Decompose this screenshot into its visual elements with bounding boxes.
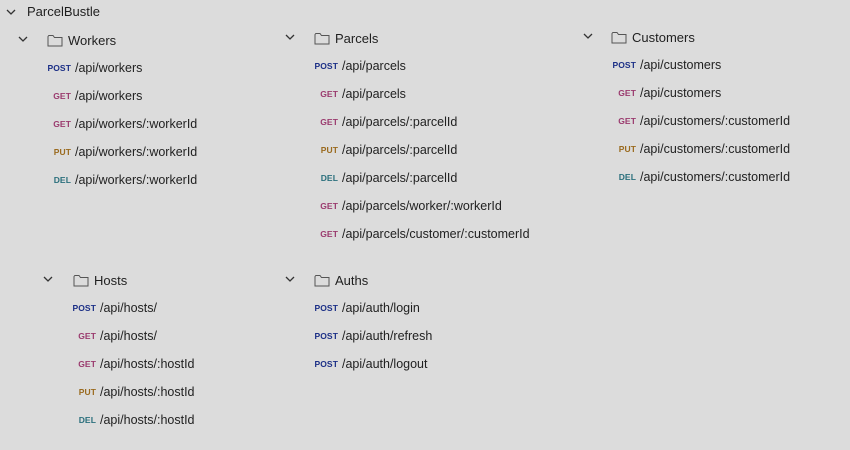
request-path: /api/hosts/ xyxy=(100,329,157,343)
request-item[interactable]: POST /api/parcels xyxy=(313,57,406,75)
method-badge-put: PUT xyxy=(78,387,96,397)
method-badge-post: POST xyxy=(314,303,338,313)
request-path: /api/customers/:customerId xyxy=(640,170,791,184)
request-path: /api/customers/:customerId xyxy=(640,142,791,156)
request-item[interactable]: GET /api/hosts/ xyxy=(71,327,157,345)
method-badge-del: DEL xyxy=(618,172,636,182)
request-path: /api/workers/:workerId xyxy=(75,173,198,187)
request-item[interactable]: GET /api/workers xyxy=(46,87,142,105)
method-badge-get: GET xyxy=(53,119,71,129)
request-item[interactable]: POST /api/customers xyxy=(611,56,721,74)
folder-icon xyxy=(73,273,89,287)
method-badge-get: GET xyxy=(78,331,96,341)
request-item[interactable]: GET /api/parcels/customer/:customerId xyxy=(313,225,530,243)
request-path: /api/auth/refresh xyxy=(342,329,433,343)
folder-auths[interactable]: Auths xyxy=(314,271,368,289)
request-path: /api/parcels/:parcelId xyxy=(342,115,458,129)
request-item[interactable]: DEL /api/workers/:workerId xyxy=(46,171,198,189)
folder-icon xyxy=(314,31,330,45)
request-item[interactable]: PUT /api/hosts/:hostId xyxy=(71,383,195,401)
auths-folder-chevron-down-icon[interactable] xyxy=(283,272,297,286)
request-path: /api/parcels/customer/:customerId xyxy=(342,227,530,241)
request-path: /api/workers/:workerId xyxy=(75,117,198,131)
request-item[interactable]: PUT /api/customers/:customerId xyxy=(611,140,790,158)
method-badge-del: DEL xyxy=(53,175,71,185)
method-badge-get: GET xyxy=(78,359,96,369)
method-badge-del: DEL xyxy=(78,415,96,425)
request-item[interactable]: POST /api/hosts/ xyxy=(71,299,157,317)
method-badge-post: POST xyxy=(47,63,71,73)
request-path: /api/hosts/:hostId xyxy=(100,357,195,371)
folder-name-hosts: Hosts xyxy=(94,272,128,288)
request-item[interactable]: DEL /api/customers/:customerId xyxy=(611,168,790,186)
customers-folder-chevron-down-icon[interactable] xyxy=(581,29,595,43)
request-item[interactable]: PUT /api/workers/:workerId xyxy=(46,143,198,161)
request-path: /api/parcels/worker/:workerId xyxy=(342,199,502,213)
request-item[interactable]: GET /api/hosts/:hostId xyxy=(71,355,195,373)
request-item[interactable]: GET /api/parcels xyxy=(313,85,406,103)
request-path: /api/hosts/:hostId xyxy=(100,385,195,399)
method-badge-post: POST xyxy=(314,331,338,341)
request-item[interactable]: DEL /api/hosts/:hostId xyxy=(71,411,195,429)
method-badge-get: GET xyxy=(320,201,338,211)
request-path: /api/auth/logout xyxy=(342,357,428,371)
method-badge-get: GET xyxy=(320,89,338,99)
request-item[interactable]: GET /api/workers/:workerId xyxy=(46,115,197,133)
folder-customers[interactable]: Customers xyxy=(611,28,695,46)
request-item[interactable]: GET /api/parcels/worker/:workerId xyxy=(313,197,502,215)
folder-icon xyxy=(314,273,330,287)
request-path: /api/parcels/:parcelId xyxy=(342,143,458,157)
request-path: /api/hosts/ xyxy=(100,301,157,315)
request-item[interactable]: POST /api/auth/login xyxy=(313,299,420,317)
request-item[interactable]: PUT /api/parcels/:parcelId xyxy=(313,141,458,159)
method-badge-put: PUT xyxy=(320,145,338,155)
method-badge-get: GET xyxy=(618,116,636,126)
folder-icon xyxy=(611,30,627,44)
request-item[interactable]: POST /api/auth/logout xyxy=(313,355,428,373)
collection-chevron-down-icon[interactable] xyxy=(4,5,18,19)
method-badge-get: GET xyxy=(320,117,338,127)
method-badge-put: PUT xyxy=(53,147,71,157)
request-path: /api/workers xyxy=(75,89,143,103)
folder-workers[interactable]: Workers xyxy=(47,31,116,49)
folder-hosts[interactable]: Hosts xyxy=(73,271,127,289)
request-path: /api/parcels xyxy=(342,87,406,101)
folder-name-customers: Customers xyxy=(632,29,695,45)
request-path: /api/auth/login xyxy=(342,301,420,315)
request-item[interactable]: POST /api/workers xyxy=(46,59,142,77)
collection-name[interactable]: ParcelBustle xyxy=(27,4,100,19)
request-path: /api/workers/:workerId xyxy=(75,145,198,159)
folder-name-auths: Auths xyxy=(335,272,369,288)
method-badge-del: DEL xyxy=(320,173,338,183)
parcels-folder-chevron-down-icon[interactable] xyxy=(283,30,297,44)
request-path: /api/customers xyxy=(640,58,722,72)
request-item[interactable]: GET /api/customers xyxy=(611,84,721,102)
method-badge-put: PUT xyxy=(618,144,636,154)
method-badge-post: POST xyxy=(72,303,96,313)
request-path: /api/customers/:customerId xyxy=(640,114,791,128)
workers-folder-chevron-down-icon[interactable] xyxy=(16,32,30,46)
request-item[interactable]: DEL /api/parcels/:parcelId xyxy=(313,169,458,187)
method-badge-get: GET xyxy=(53,91,71,101)
request-item[interactable]: GET /api/parcels/:parcelId xyxy=(313,113,457,131)
method-badge-post: POST xyxy=(314,61,338,71)
request-path: /api/parcels xyxy=(342,59,406,73)
folder-icon xyxy=(47,33,63,47)
method-badge-post: POST xyxy=(314,359,338,369)
request-path: /api/workers xyxy=(75,61,143,75)
request-item[interactable]: POST /api/auth/refresh xyxy=(313,327,432,345)
request-path: /api/customers xyxy=(640,86,722,100)
method-badge-post: POST xyxy=(612,60,636,70)
folder-name-parcels: Parcels xyxy=(335,30,379,46)
request-path: /api/parcels/:parcelId xyxy=(342,171,458,185)
hosts-folder-chevron-down-icon[interactable] xyxy=(41,272,55,286)
folder-parcels[interactable]: Parcels xyxy=(314,29,378,47)
method-badge-get: GET xyxy=(320,229,338,239)
method-badge-get: GET xyxy=(618,88,636,98)
folder-name-workers: Workers xyxy=(68,32,117,48)
request-item[interactable]: GET /api/customers/:customerId xyxy=(611,112,790,130)
request-path: /api/hosts/:hostId xyxy=(100,413,195,427)
